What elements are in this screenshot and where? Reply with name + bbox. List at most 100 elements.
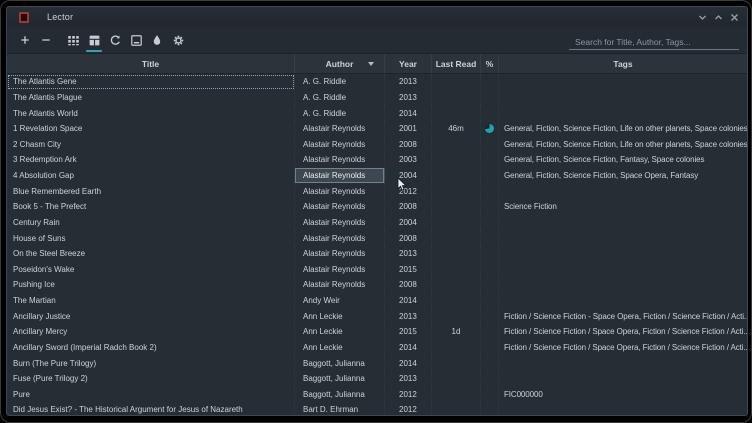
cell-tags[interactable]	[499, 293, 747, 309]
cell-percent[interactable]	[481, 152, 499, 168]
theme-button[interactable]	[149, 32, 165, 48]
cell-title[interactable]: Burn (The Pure Trilogy)	[7, 355, 295, 371]
cell-tags[interactable]: FIC000000	[499, 387, 747, 403]
table-row[interactable]: Pure Baggott, Julianna 2012 FIC000000	[7, 387, 747, 403]
cell-author[interactable]: Ann Leckie	[295, 340, 385, 356]
cell-percent[interactable]	[481, 168, 499, 184]
cell-title[interactable]: Century Rain	[7, 215, 295, 231]
cell-percent[interactable]	[481, 230, 499, 246]
cell-percent[interactable]	[481, 183, 499, 199]
cell-percent[interactable]	[481, 90, 499, 106]
table-row[interactable]: Pushing Ice Alastair Reynolds 2008	[7, 277, 747, 293]
cell-title[interactable]: The Atlantis Gene	[7, 74, 295, 90]
cell-author[interactable]: Alastair Reynolds	[295, 168, 385, 184]
cell-year[interactable]: 2013	[385, 246, 432, 262]
cell-percent[interactable]	[481, 293, 499, 309]
cell-percent[interactable]	[481, 246, 499, 262]
cell-tags[interactable]	[499, 74, 747, 90]
table-row[interactable]: Burn (The Pure Trilogy) Baggott, Juliann…	[7, 355, 747, 371]
cell-title[interactable]: House of Suns	[7, 230, 295, 246]
cell-year[interactable]: 2008	[385, 199, 432, 215]
cell-last-read[interactable]	[432, 152, 481, 168]
cell-title[interactable]: Fuse (Pure Trilogy 2)	[7, 371, 295, 387]
cell-last-read[interactable]	[432, 387, 481, 403]
cell-title[interactable]: The Martian	[7, 293, 295, 309]
cell-last-read[interactable]	[432, 215, 481, 231]
cell-year[interactable]: 2013	[385, 308, 432, 324]
cell-author[interactable]: Bart D. Ehrman	[295, 402, 385, 415]
cell-title[interactable]: Did Jesus Exist? - The Historical Argume…	[7, 402, 295, 415]
cell-percent[interactable]	[481, 355, 499, 371]
cell-title[interactable]: On the Steel Breeze	[7, 246, 295, 262]
table-row[interactable]: The Atlantis Gene A. G. Riddle 2013	[7, 74, 747, 90]
cell-title[interactable]: 4 Absolution Gap	[7, 168, 295, 184]
cell-year[interactable]: 2008	[385, 277, 432, 293]
cell-title[interactable]: The Atlantis World	[7, 105, 295, 121]
cell-percent[interactable]	[481, 402, 499, 415]
cell-percent[interactable]	[481, 137, 499, 153]
cell-title[interactable]: Pushing Ice	[7, 277, 295, 293]
column-header-year[interactable]: Year	[385, 54, 432, 73]
table-row[interactable]: The Atlantis Plague A. G. Riddle 2013	[7, 90, 747, 106]
table-row[interactable]: Blue Remembered Earth Alastair Reynolds …	[7, 183, 747, 199]
table-row[interactable]: Ancillary Mercy Ann Leckie 2015 1d Ficti…	[7, 324, 747, 340]
cell-title[interactable]: Pure	[7, 387, 295, 403]
cell-last-read[interactable]	[432, 355, 481, 371]
cell-author[interactable]: Alastair Reynolds	[295, 246, 385, 262]
cell-percent[interactable]	[481, 324, 499, 340]
cell-tags[interactable]	[499, 402, 747, 415]
cell-year[interactable]: 2014	[385, 355, 432, 371]
cell-title[interactable]: 1 Revelation Space	[7, 121, 295, 137]
cell-tags[interactable]: General, Fiction, Science Fiction, Life …	[499, 137, 747, 153]
cell-last-read[interactable]	[432, 105, 481, 121]
cell-author[interactable]: Alastair Reynolds	[295, 230, 385, 246]
cell-title[interactable]: Book 5 - The Prefect	[7, 199, 295, 215]
cell-author[interactable]: Alastair Reynolds	[295, 152, 385, 168]
cell-last-read[interactable]	[432, 371, 481, 387]
column-header-title[interactable]: Title	[7, 54, 295, 73]
add-book-button[interactable]	[17, 32, 33, 48]
table-row[interactable]: 2 Chasm City Alastair Reynolds 2008 Gene…	[7, 137, 747, 153]
cell-last-read[interactable]	[432, 168, 481, 184]
cell-last-read[interactable]	[432, 340, 481, 356]
minimize-button[interactable]	[696, 11, 708, 23]
settings-button[interactable]	[170, 32, 186, 48]
cell-year[interactable]: 2015	[385, 262, 432, 278]
cell-tags[interactable]	[499, 355, 747, 371]
cell-tags[interactable]	[499, 215, 747, 231]
cell-year[interactable]: 2012	[385, 183, 432, 199]
cell-year[interactable]: 2008	[385, 137, 432, 153]
cell-percent[interactable]	[481, 371, 499, 387]
table-row[interactable]: Century Rain Alastair Reynolds 2004	[7, 215, 747, 231]
cell-percent[interactable]	[481, 308, 499, 324]
cell-last-read[interactable]	[432, 402, 481, 415]
column-header-author[interactable]: Author	[295, 54, 385, 73]
cell-author[interactable]: Ann Leckie	[295, 324, 385, 340]
cell-tags[interactable]	[499, 371, 747, 387]
table-row[interactable]: Ancillary Sword (Imperial Radch Book 2) …	[7, 340, 747, 356]
cell-last-read[interactable]	[432, 277, 481, 293]
cell-author[interactable]: A. G. Riddle	[295, 105, 385, 121]
cell-author[interactable]: A. G. Riddle	[295, 74, 385, 90]
cell-last-read[interactable]	[432, 90, 481, 106]
cell-tags[interactable]	[499, 90, 747, 106]
cell-title[interactable]: Ancillary Justice	[7, 308, 295, 324]
cell-last-read[interactable]	[432, 262, 481, 278]
cell-author[interactable]: A. G. Riddle	[295, 90, 385, 106]
maximize-button[interactable]	[712, 11, 724, 23]
cell-author[interactable]: Alastair Reynolds	[295, 199, 385, 215]
cell-tags[interactable]: General, Fiction, Science Fiction, Life …	[499, 121, 747, 137]
cell-year[interactable]: 2004	[385, 215, 432, 231]
column-header-percent[interactable]: %	[481, 54, 499, 73]
cell-author[interactable]: Alastair Reynolds	[295, 262, 385, 278]
cell-percent[interactable]	[481, 277, 499, 293]
cell-tags[interactable]: General, Fiction, Science Fiction, Fanta…	[499, 152, 747, 168]
cell-year[interactable]: 2004	[385, 168, 432, 184]
cell-author[interactable]: Alastair Reynolds	[295, 277, 385, 293]
cell-percent[interactable]	[481, 387, 499, 403]
table-row[interactable]: 1 Revelation Space Alastair Reynolds 200…	[7, 121, 747, 137]
cell-last-read[interactable]	[432, 199, 481, 215]
table-row[interactable]: Book 5 - The Prefect Alastair Reynolds 2…	[7, 199, 747, 215]
table-row[interactable]: On the Steel Breeze Alastair Reynolds 20…	[7, 246, 747, 262]
cell-last-read[interactable]	[432, 74, 481, 90]
